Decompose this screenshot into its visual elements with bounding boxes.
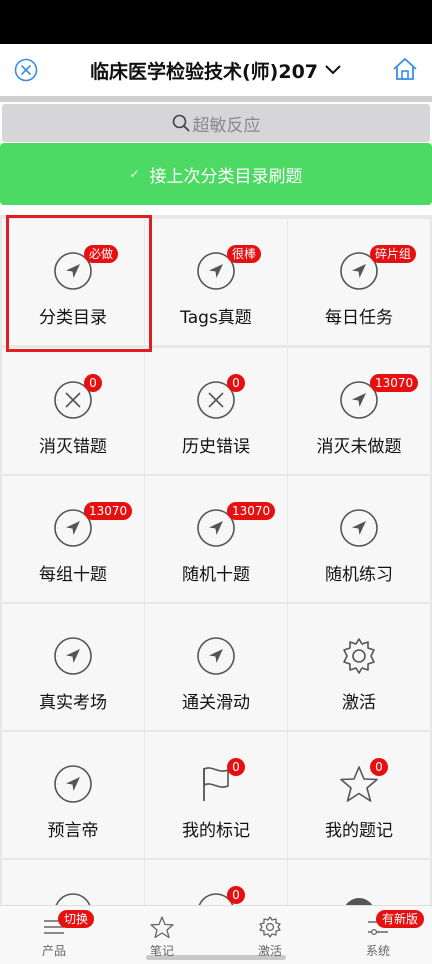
search-input[interactable]: 超敏反应 bbox=[193, 111, 261, 136]
grid-item-10[interactable]: 通关滑动 bbox=[145, 604, 287, 730]
count-badge: 很棒 bbox=[227, 245, 262, 263]
grid-item-label: 随机十题 bbox=[182, 565, 250, 585]
grid-item-15[interactable] bbox=[2, 860, 144, 905]
grid-item-5[interactable]: 13070 消灭未做题 bbox=[288, 348, 430, 474]
tab-label: 激活 bbox=[257, 944, 282, 958]
count-badge: 13070 bbox=[227, 502, 276, 520]
count-badge: 0 bbox=[84, 374, 102, 392]
search-bar[interactable]: 超敏反应 bbox=[2, 104, 430, 142]
divider bbox=[0, 96, 432, 102]
grid-item-label: 随机练习 bbox=[325, 565, 393, 585]
grid-item-label: 消灭错题 bbox=[39, 437, 107, 457]
tab-bar: 切换 产品 笔记 激活 有新版 系统 bbox=[0, 905, 432, 964]
grid-item-label: 激活 bbox=[342, 693, 376, 713]
count-badge: 13070 bbox=[370, 374, 419, 392]
tab-label: 系统 bbox=[365, 944, 390, 958]
emoji-icon bbox=[345, 898, 373, 905]
status-bar bbox=[0, 0, 432, 44]
home-icon[interactable] bbox=[392, 56, 418, 82]
product-selector[interactable]: 临床医学检验技术(师)207 bbox=[60, 56, 372, 84]
grid-item-11[interactable]: 激活 bbox=[288, 604, 430, 730]
continue-practice-label: 接上次分类目录刷题 bbox=[149, 166, 303, 187]
star-icon bbox=[150, 916, 174, 938]
grid-item-label: 每日任务 bbox=[325, 308, 393, 328]
navigation-arrow-icon bbox=[54, 765, 92, 803]
close-circle-icon[interactable] bbox=[14, 58, 38, 82]
count-badge: 13070 bbox=[84, 502, 133, 520]
grid-item-label: 通关滑动 bbox=[182, 693, 250, 713]
tab-badge: 切换 bbox=[58, 910, 95, 928]
grid-item-16[interactable]: 0 bbox=[145, 860, 287, 905]
tab-label: 产品 bbox=[41, 944, 66, 958]
count-badge: 0 bbox=[370, 758, 388, 776]
count-badge: 0 bbox=[227, 758, 245, 776]
count-badge: 碎片组 bbox=[370, 245, 417, 263]
chevron-down-icon bbox=[325, 65, 341, 75]
tab-activate[interactable]: 激活 bbox=[216, 906, 324, 964]
tab-badge: 有新版 bbox=[376, 910, 425, 928]
navigation-arrow-icon bbox=[197, 637, 235, 675]
header: 临床医学检验技术(师)207 bbox=[0, 44, 432, 96]
grid-item-8[interactable]: 随机练习 bbox=[288, 476, 430, 602]
grid-item-label: Tags真题 bbox=[180, 308, 252, 328]
count-badge: 0 bbox=[227, 374, 245, 392]
gear-icon bbox=[343, 638, 375, 674]
navigation-arrow-icon bbox=[55, 893, 91, 905]
grid-item-label: 预言帝 bbox=[47, 821, 99, 841]
grid-item-3[interactable]: 0 消灭错题 bbox=[2, 348, 144, 474]
grid-item-17[interactable] bbox=[288, 860, 430, 905]
page-title: 临床医学检验技术(师)207 bbox=[89, 60, 319, 83]
grid-item-6[interactable]: 13070 每组十题 bbox=[2, 476, 144, 602]
grid-item-label: 真实考场 bbox=[39, 693, 107, 713]
grid-item-12[interactable]: 预言帝 bbox=[2, 732, 144, 858]
gear-icon bbox=[259, 916, 281, 938]
continue-practice-button[interactable]: ✓ 接上次分类目录刷题 bbox=[0, 143, 432, 205]
grid-item-label: 历史错误 bbox=[182, 437, 250, 457]
grid-item-label: 我的题记 bbox=[325, 821, 393, 841]
tab-products[interactable]: 切换产品 bbox=[0, 906, 108, 964]
grid-item-7[interactable]: 13070 随机十题 bbox=[145, 476, 287, 602]
count-badge: 0 bbox=[227, 886, 245, 904]
navigation-arrow-icon bbox=[54, 637, 92, 675]
grid-item-label: 我的标记 bbox=[182, 821, 250, 841]
navigation-arrow-icon bbox=[340, 509, 378, 547]
search-icon bbox=[172, 114, 190, 132]
check-icon: ✓ bbox=[129, 167, 140, 181]
grid-item-14[interactable]: 0 我的题记 bbox=[288, 732, 430, 858]
grid-item-9[interactable]: 真实考场 bbox=[2, 604, 144, 730]
tab-notes[interactable]: 笔记 bbox=[108, 906, 216, 964]
grid-item-1[interactable]: 很棒 Tags真题 bbox=[145, 219, 287, 345]
grid-item-13[interactable]: 0 我的标记 bbox=[145, 732, 287, 858]
grid-item-2[interactable]: 碎片组每日任务 bbox=[288, 219, 430, 345]
grid-item-4[interactable]: 0 历史错误 bbox=[145, 348, 287, 474]
grid-item-label: 每组十题 bbox=[39, 565, 107, 585]
selection-highlight bbox=[6, 215, 152, 352]
grid-item-label: 消灭未做题 bbox=[316, 437, 402, 457]
tab-system[interactable]: 有新版系统 bbox=[324, 906, 432, 964]
tab-label: 笔记 bbox=[149, 944, 174, 958]
